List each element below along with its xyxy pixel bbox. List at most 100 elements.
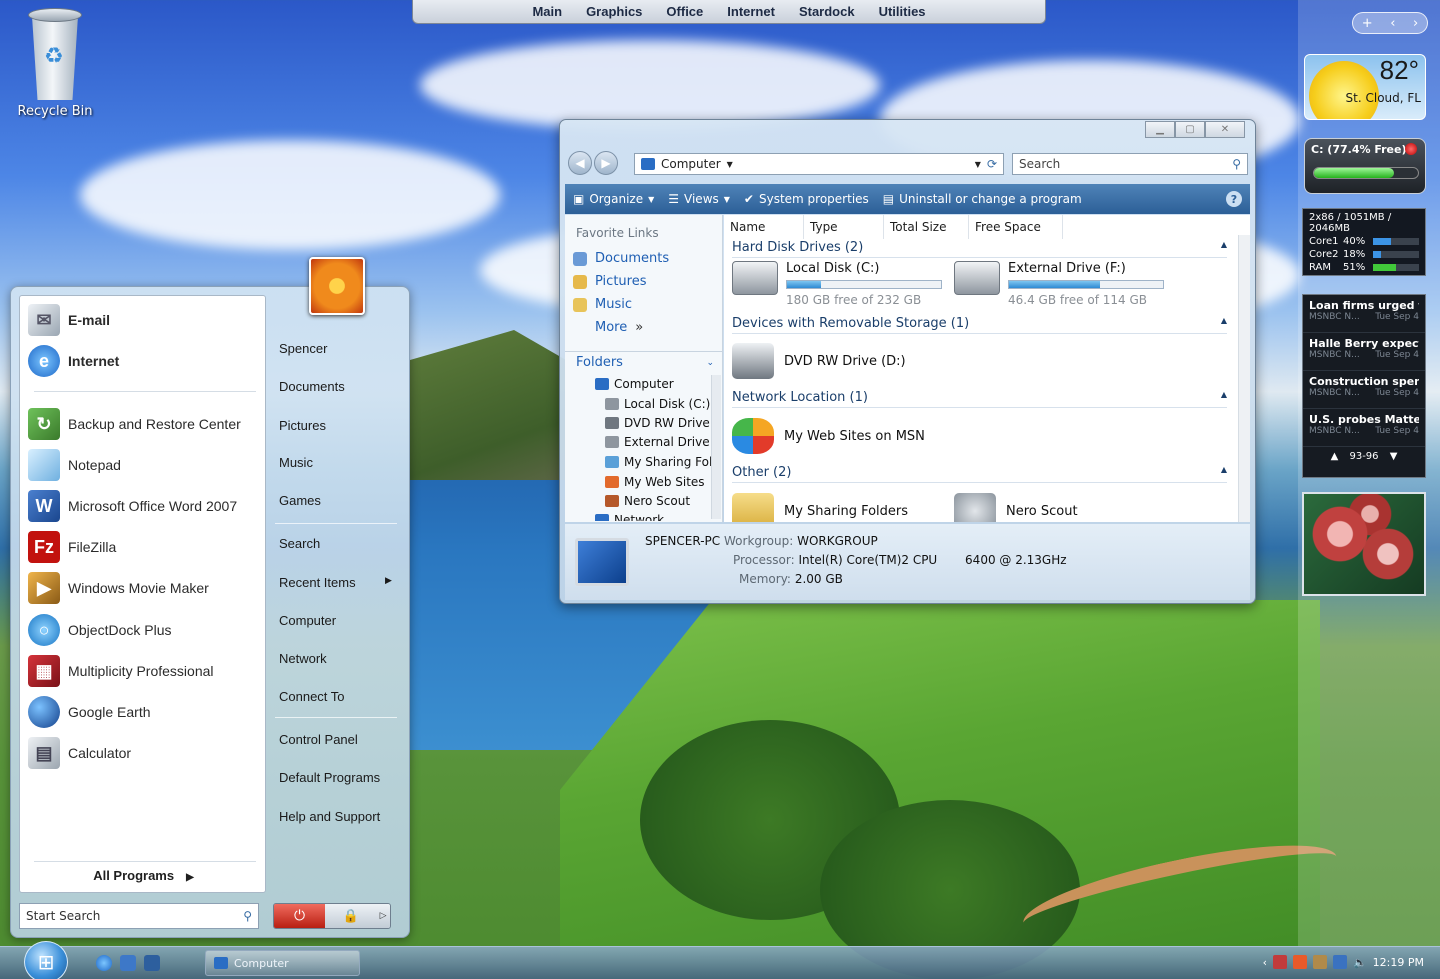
my-sharing-folders[interactable]: My Sharing Folders <box>732 493 908 522</box>
start-place-documents[interactable]: Documents <box>279 379 345 394</box>
refresh-icon[interactable]: ⟳ <box>987 157 997 171</box>
tray-app-icon[interactable] <box>1272 955 1287 969</box>
all-programs-button[interactable]: All Programs ▶ <box>20 868 267 883</box>
news-item[interactable]: Halle Berry expectin...MSNBC N...Tue Sep… <box>1303 333 1425 371</box>
file-list-scrollbar[interactable] <box>1238 235 1250 522</box>
help-icon[interactable]: ? <box>1226 191 1242 207</box>
organize-button[interactable]: ▣ Organize ▼ <box>573 192 654 206</box>
weather-gadget[interactable]: 82° St. Cloud, FL <box>1304 54 1426 120</box>
start-item-email[interactable]: ✉ E-mail <box>28 302 110 338</box>
column-free-space[interactable]: Free Space <box>969 215 1063 239</box>
column-total-size[interactable]: Total Size <box>884 215 969 239</box>
tree-external-drive[interactable]: External Drive <box>605 435 710 449</box>
system-properties-button[interactable]: ✔ System properties <box>744 192 869 206</box>
minimize-button[interactable]: ▁ <box>1145 121 1175 138</box>
fav-music[interactable]: Music <box>573 297 632 312</box>
column-type[interactable]: Type <box>804 215 884 239</box>
start-item-word[interactable]: W Microsoft Office Word 2007 <box>28 488 237 524</box>
start-search-input[interactable]: Start Search ⚲ <box>19 903 259 929</box>
network-tray-icon[interactable] <box>1332 955 1347 969</box>
fav-more[interactable]: More» <box>595 320 643 335</box>
dock-internet[interactable]: Internet <box>727 4 775 19</box>
drive-meter-gadget[interactable]: C: (77.4% Free) <box>1304 138 1426 194</box>
start-place-control-panel[interactable]: Control Panel <box>279 732 358 747</box>
tree-computer[interactable]: Computer <box>595 377 674 391</box>
start-place-music[interactable]: Music <box>279 455 313 470</box>
page-down-icon[interactable]: ▼ <box>1390 451 1398 462</box>
recycle-bin[interactable]: ♻ Recycle Bin <box>14 4 96 119</box>
news-item[interactable]: Loan firms urged to ...MSNBC N...Tue Sep… <box>1303 295 1425 333</box>
fav-pictures[interactable]: Pictures <box>573 274 646 289</box>
explorer-search-input[interactable]: Search ⚲ <box>1012 153 1248 175</box>
start-place-recent-items[interactable]: Recent Items ▶ <box>279 575 392 590</box>
maximize-button[interactable]: ▢ <box>1175 121 1205 138</box>
uninstall-program-button[interactable]: ▤ Uninstall or change a program <box>883 192 1082 206</box>
tray-app-icon[interactable] <box>1312 955 1327 969</box>
start-place-computer[interactable]: Computer <box>279 613 336 628</box>
start-place-games[interactable]: Games <box>279 493 321 508</box>
power-button[interactable]: ⏻ <box>274 904 326 928</box>
start-place-user[interactable]: Spencer <box>279 341 327 356</box>
dock-office[interactable]: Office <box>666 4 703 19</box>
start-place-connect-to[interactable]: Connect To <box>279 689 345 704</box>
group-network-location[interactable]: Network Location (1) ▲ <box>732 390 1227 408</box>
slideshow-gadget[interactable] <box>1302 492 1426 596</box>
show-desktop-icon[interactable] <box>120 955 136 971</box>
cpu-meter-gadget[interactable]: 2x86 / 1051MB / 2046MB Core1 40% Core2 18%… <box>1302 208 1426 276</box>
tree-nero-scout[interactable]: Nero Scout <box>605 494 690 508</box>
start-item-filezilla[interactable]: Fz FileZilla <box>28 529 116 565</box>
start-item-notepad[interactable]: Notepad <box>28 447 121 483</box>
folders-toggle[interactable]: Folders ⌄ <box>565 351 722 373</box>
start-item-internet[interactable]: e Internet <box>28 343 119 379</box>
power-options-button[interactable]: ▷ <box>376 904 390 928</box>
start-item-movie-maker[interactable]: ▶ Windows Movie Maker <box>28 570 209 606</box>
address-bar[interactable]: Computer ▼ ▼ ⟳ <box>634 153 1004 175</box>
start-item-google-earth[interactable]: Google Earth <box>28 694 151 730</box>
previous-icon[interactable]: ‹ <box>1390 16 1395 31</box>
tree-network[interactable]: Network <box>595 513 664 521</box>
page-up-icon[interactable]: ▲ <box>1331 451 1339 462</box>
start-place-pictures[interactable]: Pictures <box>279 418 326 433</box>
start-button[interactable]: ⊞ <box>24 941 68 979</box>
dock-main[interactable]: Main <box>532 4 562 19</box>
start-place-help[interactable]: Help and Support <box>279 809 380 824</box>
views-button[interactable]: ☰ Views ▼ <box>668 192 730 206</box>
nero-scout[interactable]: Nero Scout <box>954 493 1078 522</box>
switch-windows-icon[interactable] <box>144 955 160 971</box>
clock[interactable]: 12:19 PM <box>1373 956 1424 969</box>
volume-icon[interactable]: 🔈 <box>1353 956 1367 969</box>
tray-expand-icon[interactable]: ‹ <box>1263 956 1267 969</box>
news-item[interactable]: Construction spendin...MSNBC N...Tue Sep… <box>1303 371 1425 409</box>
ie-icon[interactable] <box>96 955 112 971</box>
group-other[interactable]: Other (2) ▲ <box>732 465 1227 483</box>
start-place-default-programs[interactable]: Default Programs <box>279 770 380 785</box>
news-item[interactable]: U.S. probes Mattel di...MSNBC N...Tue Se… <box>1303 409 1425 447</box>
start-item-multiplicity[interactable]: ▦ Multiplicity Professional <box>28 653 214 689</box>
tree-web-sites[interactable]: My Web Sites <box>605 475 705 489</box>
close-button[interactable]: ✕ <box>1205 121 1245 138</box>
tree-scrollbar[interactable] <box>711 375 721 519</box>
drive-c[interactable]: Local Disk (C:) 180 GB free of 232 GB <box>732 261 942 307</box>
add-gadget-icon[interactable]: + <box>1362 16 1373 31</box>
user-picture[interactable] <box>309 257 365 315</box>
forward-button[interactable]: ▶ <box>594 151 618 175</box>
start-item-backup[interactable]: ↻ Backup and Restore Center <box>28 406 241 442</box>
group-removable-storage[interactable]: Devices with Removable Storage (1) ▲ <box>732 316 1227 334</box>
lock-button[interactable]: 🔒 <box>325 904 377 928</box>
dvd-drive-d[interactable]: DVD RW Drive (D:) <box>732 343 906 379</box>
dock-stardock[interactable]: Stardock <box>799 4 855 19</box>
column-name[interactable]: Name <box>724 215 804 239</box>
web-sites-on-msn[interactable]: My Web Sites on MSN <box>732 418 925 454</box>
address-dropdown-icon[interactable]: ▼ <box>975 160 981 169</box>
fav-documents[interactable]: Documents <box>573 251 669 266</box>
next-icon[interactable]: › <box>1413 16 1418 31</box>
start-place-network[interactable]: Network <box>279 651 327 666</box>
start-item-calculator[interactable]: ▤ Calculator <box>28 735 131 771</box>
dock-utilities[interactable]: Utilities <box>879 4 926 19</box>
dock-graphics[interactable]: Graphics <box>586 4 642 19</box>
tree-local-disk[interactable]: Local Disk (C:) <box>605 397 710 411</box>
drive-f[interactable]: External Drive (F:) 46.4 GB free of 114 … <box>954 261 1164 307</box>
group-hard-disk-drives[interactable]: Hard Disk Drives (2) ▲ <box>732 240 1227 258</box>
tree-dvd-drive[interactable]: DVD RW Drive <box>605 416 710 430</box>
tree-sharing-folders[interactable]: My Sharing Fol <box>605 455 712 469</box>
